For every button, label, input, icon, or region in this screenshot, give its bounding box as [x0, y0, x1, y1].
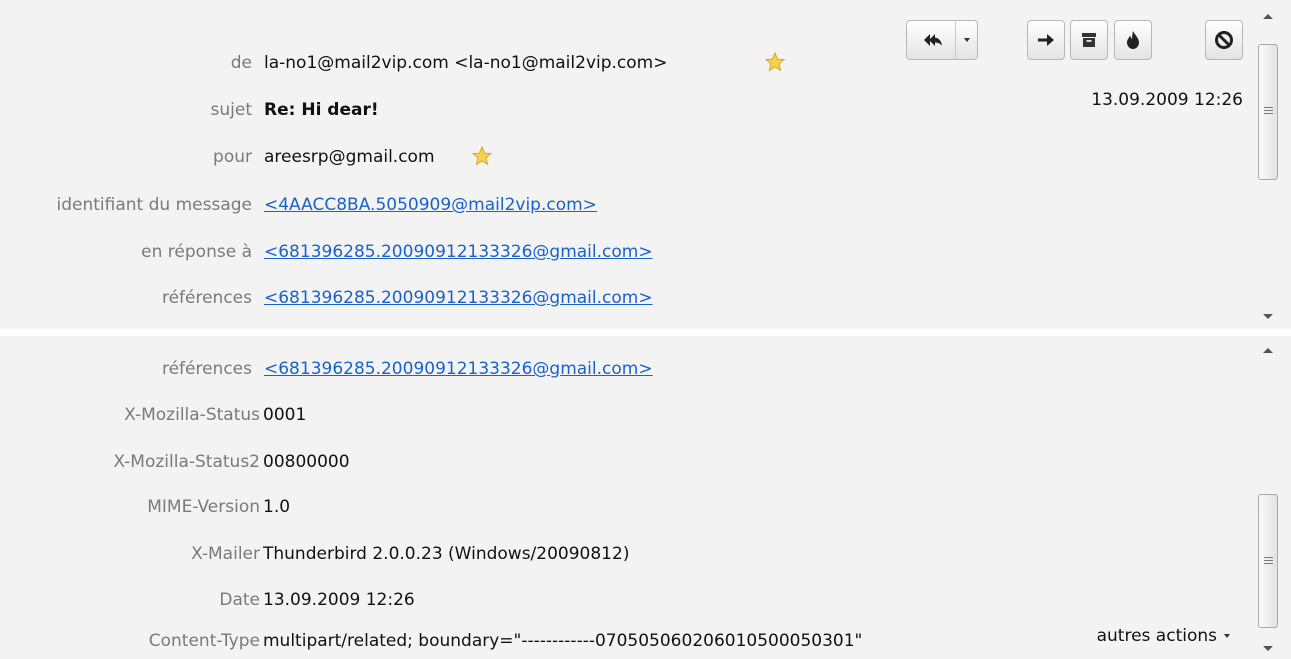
header-value[interactable]: <681396285.20090912133326@gmail.com>: [264, 356, 653, 382]
scrollbar-thumb[interactable]: [1258, 44, 1278, 180]
from-label-cell: de: [0, 50, 252, 76]
references-label-cell: références: [0, 285, 252, 311]
from-value[interactable]: la-no1@mail2vip.com <la-no1@mail2vip.com…: [264, 50, 667, 76]
header-name: X-Mailer: [191, 544, 260, 564]
subject-label-cell: sujet: [0, 97, 252, 123]
pane-separator: [0, 329, 1291, 336]
junk-icon: [1127, 31, 1139, 49]
more-actions-label: autres actions: [1096, 626, 1217, 646]
header-name: X-Mozilla-Status2: [113, 452, 260, 472]
header-value: 13.09.2009 12:26: [263, 590, 415, 610]
from-label: de: [230, 53, 252, 73]
chevron-down-icon: [1224, 634, 1230, 638]
in-reply-to-label-cell: en réponse à: [0, 239, 252, 265]
header-name: MIME-Version: [147, 497, 260, 517]
message-id-label-cell: identifiant du message: [0, 192, 252, 218]
message-id-label: identifiant du message: [56, 195, 252, 215]
header-value: 00800000: [263, 452, 350, 472]
reply-all-button[interactable]: [906, 20, 978, 60]
scroll-down-arrow-icon[interactable]: [1263, 314, 1273, 319]
scrollbar-thumb[interactable]: [1258, 494, 1278, 628]
header-value: multipart/related; boundary="-----------…: [263, 631, 863, 651]
message-id-link[interactable]: <4AACC8BA.5050909@mail2vip.com>: [264, 192, 597, 218]
header-name: X-Mozilla-Status: [124, 405, 260, 425]
scroll-down-arrow-icon[interactable]: [1263, 646, 1273, 651]
junk-button[interactable]: [1114, 20, 1152, 60]
in-reply-to-link[interactable]: <681396285.20090912133326@gmail.com>: [264, 239, 653, 265]
header-name: Content-Type: [148, 631, 260, 651]
to-label-cell: pour: [0, 144, 252, 170]
header-value: 0001: [263, 405, 307, 425]
star-icon[interactable]: [472, 146, 492, 166]
scroll-up-arrow-icon[interactable]: [1263, 348, 1273, 353]
header-value: 1.0: [263, 497, 291, 517]
header-name: références: [161, 359, 252, 379]
more-actions-button[interactable]: autres actions: [1097, 626, 1230, 646]
header-value: Thunderbird 2.0.0.23 (Windows/20090812): [263, 544, 630, 564]
in-reply-to-label: en réponse à: [141, 242, 252, 262]
delete-icon: [1215, 31, 1233, 49]
header-name: Date: [219, 590, 260, 610]
archive-icon: [1082, 33, 1096, 47]
reply-all-dropdown[interactable]: [955, 21, 977, 59]
subject-label: sujet: [210, 100, 252, 120]
to-value[interactable]: areesrp@gmail.com: [264, 144, 435, 170]
forward-icon: [1038, 34, 1054, 46]
header-scrollbar[interactable]: [1256, 8, 1280, 326]
scroll-up-arrow-icon[interactable]: [1263, 14, 1273, 19]
forward-button[interactable]: [1027, 20, 1065, 60]
to-label: pour: [213, 147, 252, 167]
reply-all-icon: [924, 34, 942, 46]
subject-value: Re: Hi dear!: [264, 100, 379, 120]
delete-button[interactable]: [1205, 20, 1243, 60]
message-header-pane: de la-no1@mail2vip.com <la-no1@mail2vip.…: [0, 0, 1291, 329]
archive-button[interactable]: [1070, 20, 1108, 60]
references-link[interactable]: <681396285.20090912133326@gmail.com>: [264, 285, 653, 311]
references-label: références: [161, 288, 252, 308]
headers-scrollbar[interactable]: [1256, 340, 1280, 658]
full-headers-pane: références <681396285.20090912133326@gma…: [0, 336, 1291, 659]
star-icon[interactable]: [765, 52, 785, 72]
message-date: 13.09.2009 12:26: [1091, 90, 1243, 110]
